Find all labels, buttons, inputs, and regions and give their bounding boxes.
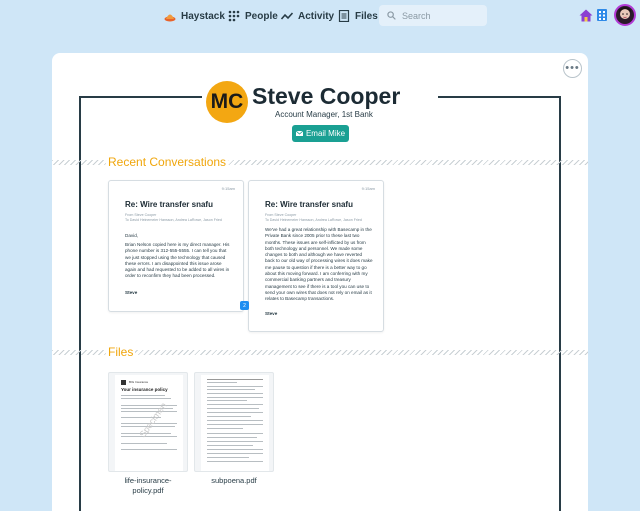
people-icon — [228, 10, 240, 22]
user-avatar[interactable] — [614, 4, 636, 26]
more-options-button[interactable]: ••• — [563, 59, 582, 78]
text-line — [207, 386, 263, 387]
conversation-signature: Steve — [265, 311, 278, 316]
haystack-icon — [164, 14, 176, 22]
person-title: Account Manager, 1st Bank — [275, 110, 373, 119]
text-line — [207, 379, 263, 380]
text-line — [207, 397, 263, 398]
search-input[interactable] — [402, 10, 482, 21]
text-line — [121, 449, 177, 450]
file-item[interactable]: BIG Insurance Your insurance policy Spec… — [108, 372, 188, 498]
nav-haystack[interactable]: Haystack — [164, 8, 225, 24]
insurance-logo-icon — [121, 380, 126, 385]
conversation-body: We've had a great relationship with Base… — [265, 227, 373, 302]
person-card: ••• MC Steve Cooper Account Manager, 1st… — [52, 53, 588, 511]
conversation-meta: From Steve Cooper To David Heinemeier Ha… — [265, 213, 362, 222]
person-avatar: MC — [206, 81, 248, 123]
conversation-card[interactable]: 9:15am Re: Wire transfer snafu From Stev… — [248, 180, 384, 332]
conversation-time: 9:15am — [221, 186, 235, 191]
doc-org: BIG Insurance — [129, 380, 149, 384]
text-line — [207, 416, 251, 417]
text-line — [121, 443, 167, 444]
home-icon[interactable] — [579, 9, 593, 22]
email-button[interactable]: Email Mike — [292, 125, 349, 142]
file-thumbnail[interactable]: BIG Insurance Your insurance policy Spec… — [108, 372, 188, 472]
doc-title: Your insurance policy — [121, 387, 168, 392]
search-icon — [387, 11, 396, 20]
text-line — [207, 424, 263, 425]
file-page-preview: BIG Insurance Your insurance policy Spec… — [115, 375, 183, 471]
conversation-card[interactable]: 9:15am Re: Wire transfer snafu From Stev… — [108, 180, 244, 312]
nav-haystack-label: Haystack — [181, 10, 225, 22]
conversation-subject: Re: Wire transfer snafu — [125, 200, 213, 209]
text-line — [121, 411, 177, 412]
file-page-preview — [201, 375, 269, 471]
avatar-face-icon — [619, 7, 631, 19]
text-line — [207, 420, 263, 421]
envelope-icon — [295, 131, 303, 136]
person-name: Steve Cooper — [252, 83, 401, 109]
top-nav: Haystack People Activity Files — [0, 0, 640, 32]
nav-activity[interactable]: Activity — [281, 8, 334, 24]
email-button-label: Email Mike — [305, 129, 346, 138]
conversations-title: Recent Conversations — [106, 155, 229, 169]
conversation-body: Brian Nelson copied here is my direct ma… — [125, 242, 230, 279]
text-line — [121, 398, 171, 399]
conversation-subject: Re: Wire transfer snafu — [265, 200, 353, 209]
conversation-count-badge[interactable]: 2 — [240, 301, 249, 310]
text-line — [207, 453, 263, 454]
text-line — [207, 404, 263, 405]
conversations-heading: Recent Conversations — [52, 155, 588, 169]
nav-activity-label: Activity — [298, 10, 335, 22]
text-line — [207, 389, 255, 390]
conversation-greeting: David, — [125, 233, 139, 238]
files-heading: Files — [52, 345, 588, 359]
file-thumbnail[interactable] — [194, 372, 274, 472]
text-line — [207, 437, 257, 438]
text-line — [207, 400, 247, 401]
text-line — [207, 457, 249, 458]
text-line — [207, 428, 243, 429]
files-icon — [338, 10, 350, 22]
files-title: Files — [106, 345, 136, 359]
search-box[interactable] — [379, 5, 487, 26]
conversation-meta: From Steve Cooper To David Heinemeier Ha… — [125, 213, 222, 222]
nav-people-label: People — [245, 10, 278, 22]
text-line — [207, 449, 263, 450]
file-name[interactable]: subpoena.pdf — [194, 476, 274, 486]
text-line — [207, 461, 263, 462]
building-icon[interactable] — [597, 9, 607, 21]
text-line — [207, 408, 259, 409]
text-line — [121, 436, 177, 437]
activity-icon — [281, 12, 293, 20]
nav-people[interactable]: People — [228, 8, 278, 24]
text-line — [207, 433, 263, 434]
text-line — [207, 412, 263, 413]
file-item[interactable]: subpoena.pdf — [194, 372, 274, 498]
conversation-signature: Steve — [125, 290, 138, 295]
text-line — [207, 441, 263, 442]
conversation-time: 9:15am — [361, 186, 375, 191]
nav-files-label: Files — [355, 10, 378, 22]
text-line — [207, 382, 237, 383]
text-line — [121, 395, 165, 396]
ellipsis-icon: ••• — [565, 62, 580, 74]
text-line — [207, 393, 263, 394]
text-line — [207, 445, 253, 446]
file-name[interactable]: life-insurance-policy.pdf — [108, 476, 188, 496]
nav-files[interactable]: Files — [338, 8, 378, 24]
